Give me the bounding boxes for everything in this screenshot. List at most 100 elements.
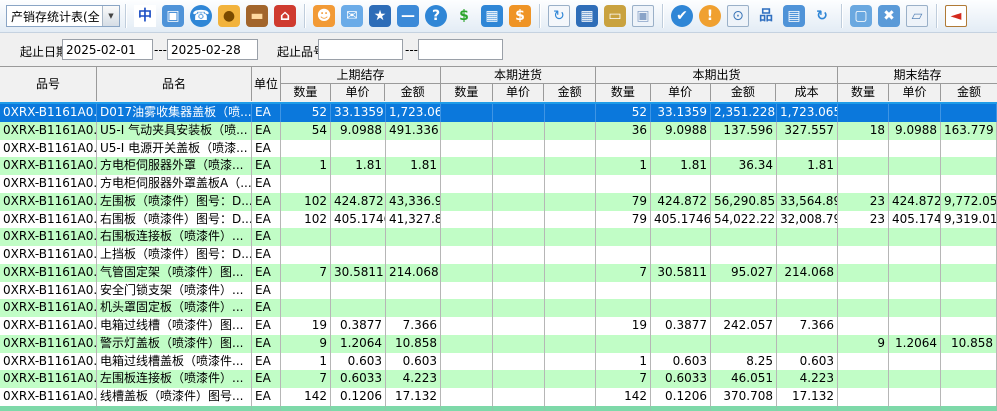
cell-unit[interactable]: EA <box>252 335 281 353</box>
cell-item-name[interactable]: 气管固定架（喷漆件）图... <box>97 264 252 282</box>
cell-value[interactable] <box>596 175 651 193</box>
cell-value[interactable] <box>711 299 777 317</box>
table-row[interactable]: 0XRX-B1161A0...右围板（喷漆件）图号：D...EA102405.1… <box>0 211 997 229</box>
cell-value[interactable]: 7 <box>281 264 331 282</box>
home-icon[interactable]: ⌂ <box>274 5 296 27</box>
cell-unit[interactable]: EA <box>252 193 281 211</box>
cell-value[interactable]: 0.6033 <box>331 370 386 388</box>
help-icon[interactable]: ? <box>425 5 447 27</box>
cell-value[interactable]: 19 <box>281 317 331 335</box>
cell-item-name[interactable]: 电箱过线槽盖板（喷漆件... <box>97 353 252 371</box>
cell-value[interactable]: 0.603 <box>331 353 386 371</box>
cell-value[interactable] <box>441 299 493 317</box>
cell-value[interactable] <box>711 228 777 246</box>
cell-value[interactable]: 30.5811 <box>651 264 711 282</box>
cell-value[interactable]: 0.3877 <box>651 317 711 335</box>
cell-unit[interactable]: EA <box>252 317 281 335</box>
cell-unit[interactable]: EA <box>252 175 281 193</box>
cell-value[interactable]: 0.6033 <box>651 370 711 388</box>
cell-item-no[interactable]: 0XRX-B1161A0... <box>0 282 97 300</box>
cell-value[interactable]: 0.603 <box>651 353 711 371</box>
item-from-input[interactable] <box>318 39 403 60</box>
cell-value[interactable] <box>331 282 386 300</box>
cell-value[interactable]: 9,319.017 <box>941 211 997 229</box>
close-window-icon[interactable]: ✖ <box>878 5 900 27</box>
cell-value[interactable] <box>777 246 838 264</box>
exit-icon[interactable]: ◄ <box>945 5 967 27</box>
cell-value[interactable]: 10.858 <box>386 335 441 353</box>
cell-value[interactable] <box>386 246 441 264</box>
cell-value[interactable] <box>441 388 493 406</box>
table-row[interactable]: 0XRX-B1161A0...右围板连接板（喷漆件）...EA <box>0 228 997 246</box>
cell-value[interactable]: 54,022.228 <box>711 211 777 229</box>
cell-value[interactable] <box>441 157 493 175</box>
cell-value[interactable] <box>441 353 493 371</box>
cell-value[interactable]: 1 <box>281 157 331 175</box>
cell-unit[interactable]: EA <box>252 370 281 388</box>
cell-value[interactable] <box>493 353 545 371</box>
cell-value[interactable] <box>711 175 777 193</box>
cell-value[interactable]: 7.366 <box>777 317 838 335</box>
cell-value[interactable] <box>777 228 838 246</box>
cell-value[interactable] <box>941 353 997 371</box>
cell-value[interactable] <box>889 388 941 406</box>
cell-value[interactable]: 424.872 <box>331 193 386 211</box>
cell-value[interactable] <box>493 317 545 335</box>
cell-value[interactable]: 18 <box>838 122 889 140</box>
cell-value[interactable] <box>838 388 889 406</box>
computer-icon[interactable]: ▣ <box>162 5 184 27</box>
cell-value[interactable] <box>493 388 545 406</box>
cell-value[interactable] <box>838 228 889 246</box>
cell-unit[interactable]: EA <box>252 282 281 300</box>
cell-value[interactable] <box>441 122 493 140</box>
cell-value[interactable] <box>386 282 441 300</box>
cell-value[interactable] <box>941 264 997 282</box>
cell-value[interactable]: 102 <box>281 211 331 229</box>
cell-unit[interactable]: EA <box>252 211 281 229</box>
cell-value[interactable]: 424.872 <box>651 193 711 211</box>
org-chart-icon[interactable]: 品 <box>755 5 777 27</box>
cell-value[interactable]: 33,564.89 <box>777 193 838 211</box>
cell-value[interactable]: 9.0988 <box>889 122 941 140</box>
cell-value[interactable]: 33.1359 <box>331 104 386 122</box>
cell-value[interactable]: 0.3877 <box>331 317 386 335</box>
cart-icon[interactable]: ▦ <box>481 5 503 27</box>
cell-value[interactable]: 242.057 <box>711 317 777 335</box>
cell-value[interactable] <box>651 246 711 264</box>
cell-value[interactable] <box>838 299 889 317</box>
table-row[interactable]: 0XRX-B1161A0...方电柜伺服器外罩盖板A（...EA <box>0 175 997 193</box>
cell-value[interactable] <box>941 317 997 335</box>
report-type-select[interactable]: 产销存统计表(全 ▼ <box>6 5 120 27</box>
cell-value[interactable] <box>493 264 545 282</box>
cell-item-no[interactable]: 0XRX-B1161A0... <box>0 228 97 246</box>
calculator-icon[interactable]: ▦ <box>576 5 598 27</box>
cell-value[interactable]: 95.027 <box>711 264 777 282</box>
cell-value[interactable]: 9 <box>838 335 889 353</box>
cell-value[interactable] <box>838 353 889 371</box>
cell-value[interactable]: 9.0988 <box>331 122 386 140</box>
cell-value[interactable]: 1.2064 <box>331 335 386 353</box>
cell-value[interactable] <box>281 140 331 158</box>
cell-item-name[interactable]: 右围板连接板（喷漆件）... <box>97 228 252 246</box>
cell-value[interactable] <box>651 282 711 300</box>
cell-value[interactable]: 36.34 <box>711 157 777 175</box>
cell-value[interactable]: 163.779 <box>941 122 997 140</box>
cell-value[interactable]: 0.1206 <box>651 388 711 406</box>
cell-item-no[interactable]: 0XRX-B1161A0... <box>0 140 97 158</box>
cell-item-name[interactable]: 警示灯盖板（喷漆件）图... <box>97 335 252 353</box>
cell-value[interactable]: 17.132 <box>386 388 441 406</box>
cell-value[interactable]: 1,723.065 <box>386 104 441 122</box>
cell-item-name[interactable]: 左围板（喷漆件）图号：D... <box>97 193 252 211</box>
cell-item-name[interactable]: D017油雾收集器盖板（喷... <box>97 104 252 122</box>
cell-value[interactable] <box>711 246 777 264</box>
cell-value[interactable]: 10.858 <box>941 335 997 353</box>
cell-value[interactable] <box>545 388 596 406</box>
cell-value[interactable] <box>838 264 889 282</box>
cell-value[interactable] <box>441 175 493 193</box>
cell-value[interactable] <box>545 228 596 246</box>
cell-value[interactable] <box>441 317 493 335</box>
cell-value[interactable] <box>441 370 493 388</box>
item-to-input[interactable] <box>418 39 503 60</box>
cell-value[interactable] <box>331 175 386 193</box>
cell-value[interactable]: 424.872 <box>889 193 941 211</box>
